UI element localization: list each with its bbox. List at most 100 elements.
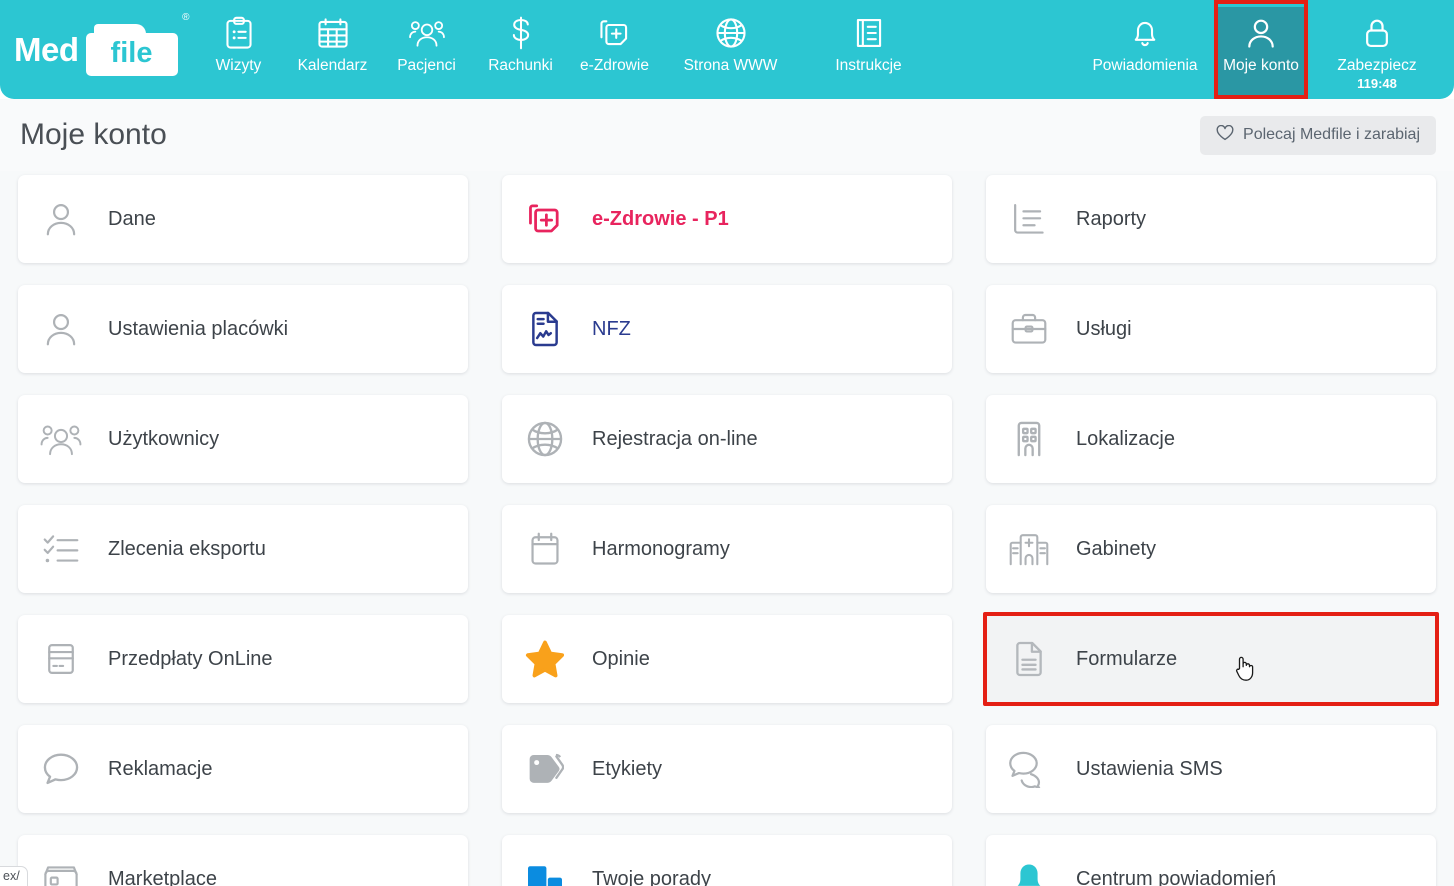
nav-item-label: Instrukcje — [835, 57, 902, 74]
card-ustawienia-sms[interactable]: Ustawienia SMS — [986, 725, 1436, 813]
session-timer: 119:48 — [1357, 76, 1397, 91]
card-przedplaty-online[interactable]: Przedpłaty OnLine — [18, 615, 468, 703]
bar-chart-icon — [524, 858, 566, 886]
user-icon — [40, 198, 82, 240]
card-label: Etykiety — [592, 757, 663, 780]
recommend-button-label: Polecaj Medfile i zarabiaj — [1243, 126, 1420, 143]
nav-item-powiadomienia[interactable]: Powiadomienia — [1076, 7, 1214, 99]
card-nfz[interactable]: NFZ — [502, 285, 952, 373]
nav-item-label: Zabezpiecz — [1337, 57, 1417, 74]
medical-card-plus-icon — [524, 198, 566, 240]
card-gabinety[interactable]: Gabinety — [986, 505, 1436, 593]
medical-card-plus-icon — [599, 14, 631, 52]
card-reklamacje[interactable]: Reklamacje — [18, 725, 468, 813]
user-icon — [1246, 14, 1276, 52]
card-label: Reklamacje — [108, 757, 213, 780]
marketplace-icon — [40, 858, 82, 886]
card-label: Harmonogramy — [592, 537, 730, 560]
card-raporty[interactable]: Raporty — [986, 175, 1436, 263]
briefcase-icon — [1008, 308, 1050, 350]
card-uzytkownicy[interactable]: Użytkownicy — [18, 395, 468, 483]
nav-item-kalendarz[interactable]: Kalendarz — [286, 7, 380, 99]
app-header: Med file ® Wizyty Kalendarz Pacjenci Rac… — [0, 0, 1454, 99]
card-harmonogramy[interactable]: Harmonogramy — [502, 505, 952, 593]
card-centrum-powiadomien[interactable]: Centrum powiadomień — [986, 835, 1436, 886]
checklist-icon — [40, 528, 82, 570]
nav-item-label: Moje konto — [1223, 57, 1299, 74]
hospital-icon — [1008, 528, 1050, 570]
medfile-logo[interactable]: Med file ® — [0, 0, 192, 99]
card-zlecenia-eksportu[interactable]: Zlecenia eksportu — [18, 505, 468, 593]
card-label: Użytkownicy — [108, 427, 220, 450]
credit-card-icon — [40, 638, 82, 680]
nav-item-label: Wizyty — [215, 57, 262, 74]
heart-icon — [1216, 124, 1234, 146]
calendar-grid-icon — [317, 14, 349, 52]
card-label: Raporty — [1076, 207, 1147, 230]
card-formularze[interactable]: Formularze — [983, 612, 1439, 706]
bell-icon — [1130, 14, 1160, 52]
recommend-medfile-button[interactable]: Polecaj Medfile i zarabiaj — [1200, 115, 1436, 155]
document-lines-icon — [1008, 638, 1050, 680]
card-label: Ustawienia placówki — [108, 317, 289, 340]
people-group-icon — [40, 418, 82, 460]
user-icon — [40, 308, 82, 350]
logo-text-med: Med — [14, 31, 79, 68]
browser-status-bar: ex/ — [0, 866, 28, 886]
card-label: Opinie — [592, 647, 650, 670]
card-lokalizacje[interactable]: Lokalizacje — [986, 395, 1436, 483]
nav-item-ezdrowie[interactable]: e-Zdrowie — [568, 7, 662, 99]
card-rejestracja-on-line[interactable]: Rejestracja on-line — [502, 395, 952, 483]
lock-icon — [1363, 14, 1391, 52]
nav-item-wizyty[interactable]: Wizyty — [192, 7, 286, 99]
logo-text-file: file — [110, 36, 153, 69]
nav-item-label: Kalendarz — [297, 57, 368, 74]
nav-item-label: Powiadomienia — [1092, 57, 1198, 74]
building-icon — [1008, 418, 1050, 460]
logo-folder-mark: file — [85, 23, 178, 76]
card-label: Usługi — [1076, 317, 1132, 340]
card-dane[interactable]: Dane — [18, 175, 468, 263]
card-label: NFZ — [592, 317, 631, 340]
dollar-sign-icon — [508, 14, 534, 52]
card-marketplace[interactable]: Marketplace — [18, 835, 468, 886]
book-icon — [854, 14, 884, 52]
primary-nav: Wizyty Kalendarz Pacjenci Rachunki e-Zdr… — [192, 0, 938, 99]
account-cards-grid: Dane e-Zdrowie - P1 Raporty Ustawienia p… — [0, 171, 1454, 886]
globe-icon — [524, 418, 566, 460]
notification-center-icon — [1008, 858, 1050, 886]
globe-icon — [715, 14, 747, 52]
card-label: Twoje porady — [592, 867, 711, 886]
nav-item-pacjenci[interactable]: Pacjenci — [380, 7, 474, 99]
card-etykiety[interactable]: Etykiety — [502, 725, 952, 813]
card-ezdrowie-p1[interactable]: e-Zdrowie - P1 — [502, 175, 952, 263]
card-label: Marketplace — [108, 867, 217, 886]
card-label: Lokalizacje — [1076, 427, 1175, 450]
card-label: Centrum powiadomień — [1076, 867, 1277, 886]
card-label: Ustawienia SMS — [1076, 757, 1223, 780]
report-chart-icon — [1008, 198, 1050, 240]
nav-item-moje-konto[interactable]: Moje konto — [1214, 0, 1308, 99]
nav-item-strona-www[interactable]: Strona WWW — [662, 7, 800, 99]
mouse-cursor-pointer — [1234, 655, 1256, 683]
card-label: Dane — [108, 207, 156, 230]
nav-item-label: e-Zdrowie — [580, 57, 649, 74]
nav-item-label: Rachunki — [488, 57, 553, 74]
card-twoje-porady[interactable]: Twoje porady — [502, 835, 952, 886]
nav-item-zabezpiecz[interactable]: Zabezpiecz 119:48 — [1308, 7, 1446, 99]
star-icon — [524, 638, 566, 680]
speech-bubble-icon — [40, 748, 82, 790]
calendar-icon — [524, 528, 566, 570]
nav-item-rachunki[interactable]: Rachunki — [474, 7, 568, 99]
card-uslugi[interactable]: Usługi — [986, 285, 1436, 373]
card-ustawienia-placowki[interactable]: Ustawienia placówki — [18, 285, 468, 373]
registered-mark: ® — [182, 12, 190, 23]
page-content: Moje konto Polecaj Medfile i zarabiaj Da… — [0, 99, 1454, 886]
document-chart-icon — [524, 308, 566, 350]
nav-item-instrukcje[interactable]: Instrukcje — [800, 7, 938, 99]
card-label: Rejestracja on-line — [592, 427, 758, 450]
nav-item-label: Pacjenci — [397, 57, 456, 74]
card-opinie[interactable]: Opinie — [502, 615, 952, 703]
card-label: Przedpłaty OnLine — [108, 647, 273, 670]
nav-item-label: Strona WWW — [683, 57, 778, 74]
